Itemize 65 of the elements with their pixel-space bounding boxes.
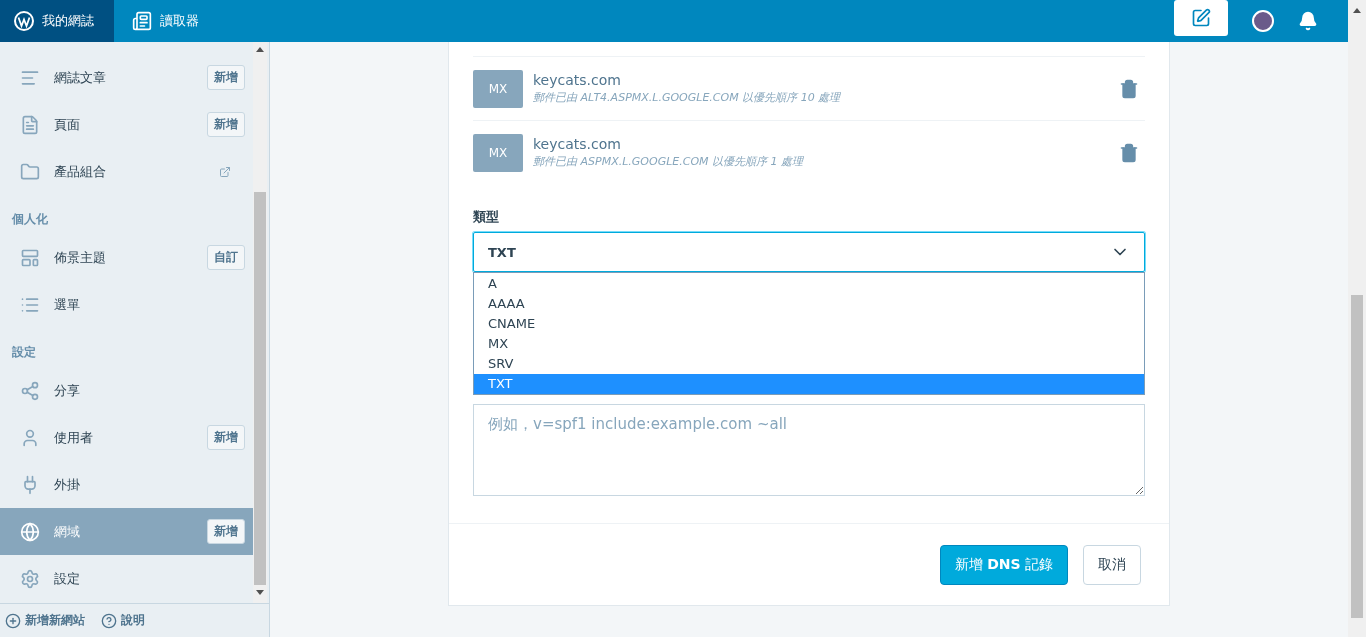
sidebar-item[interactable]: 網域 新增: [0, 508, 253, 555]
sidebar-scrollbar[interactable]: [253, 42, 267, 603]
logo-icon: [14, 11, 34, 31]
sidebar-item[interactable]: 分享: [0, 367, 253, 414]
record-type-tag: MX: [473, 133, 523, 172]
sidebar-item[interactable]: 網誌文章 新增: [0, 54, 253, 101]
text-area[interactable]: 例如，v=spf1 include:example.com ~all: [473, 404, 1145, 496]
page-scrollbar[interactable]: [1348, 0, 1366, 637]
layout-icon: [20, 247, 40, 268]
my-site-tab[interactable]: 我的網誌: [0, 0, 114, 42]
plus-circle-icon: [5, 612, 21, 629]
scroll-up-arrow-icon[interactable]: [256, 46, 264, 52]
sidebar-item[interactable]: 產品組合: [0, 148, 253, 195]
sidebar-item-label: 分享: [54, 381, 81, 400]
sidebar-action-button[interactable]: 自訂: [207, 245, 245, 270]
user-icon: [20, 427, 40, 448]
record-detail: 郵件已由 ASPMX.L.GOOGLE.COM 以優先順序 1 處理: [533, 154, 805, 169]
sidebar-item-label: 網誌文章: [54, 68, 107, 87]
help-link[interactable]: 說明: [101, 612, 145, 629]
sidebar-item-label: 佈景主題: [54, 248, 107, 267]
scrollbar-thumb[interactable]: [1351, 295, 1363, 618]
section-heading: 設定: [11, 344, 37, 361]
scroll-up-arrow-icon[interactable]: [1353, 8, 1361, 13]
sidebar-item[interactable]: 頁面 新增: [0, 101, 253, 148]
record-detail: 郵件已由 ALT4.ASPMX.L.GOOGLE.COM 以優先順序 10 處理: [533, 90, 842, 105]
sidebar-item[interactable]: 佈景主題 自訂: [0, 234, 253, 281]
trash-icon: [1119, 142, 1139, 163]
field-label: 類型: [473, 208, 500, 226]
sidebar-action-button[interactable]: 新增: [207, 65, 245, 90]
trash-icon: [1119, 78, 1139, 99]
share-icon: [20, 380, 40, 401]
add-site-link[interactable]: 新增新網站: [5, 612, 85, 629]
type-select[interactable]: TXT: [473, 232, 1145, 272]
sidebar-item[interactable]: 選單: [0, 281, 253, 328]
page-icon: [20, 114, 40, 135]
sidebar-item-label: 使用者: [54, 428, 94, 447]
sidebar-action-button[interactable]: 新增: [207, 112, 245, 137]
sidebar-item[interactable]: 外掛: [0, 461, 253, 508]
sidebar-item[interactable]: 使用者 新增: [0, 414, 253, 461]
sidebar-item[interactable]: 設定: [0, 555, 253, 602]
help-icon: [101, 612, 117, 629]
section-heading: 個人化: [11, 211, 49, 228]
sidebar-item-label: 設定: [54, 569, 81, 588]
record-name: keycats.com: [533, 72, 622, 88]
folder-icon: [20, 161, 40, 182]
settings-icon: [20, 568, 40, 589]
sidebar-item-label: 頁面: [54, 115, 81, 134]
write-button[interactable]: [1174, 0, 1228, 36]
notification-bell-icon[interactable]: [1298, 11, 1318, 31]
sidebar-action-button[interactable]: 新增: [207, 425, 245, 450]
sidebar-item-label: 網域: [54, 522, 81, 541]
record-type-tag: MX: [473, 69, 523, 108]
sidebar-item-label: 選單: [54, 295, 81, 314]
record-name: keycats.com: [533, 136, 622, 152]
globe-icon: [20, 521, 40, 542]
scroll-down-arrow-icon[interactable]: [256, 589, 264, 595]
avatar[interactable]: [1252, 10, 1274, 32]
newspaper-icon: [132, 11, 152, 31]
scrollbar-thumb[interactable]: [254, 192, 266, 585]
sidebar-item-label: 外掛: [54, 475, 81, 494]
pencil-icon: [1191, 8, 1211, 28]
sidebar-item-label: 產品組合: [54, 162, 107, 181]
sidebar-action-button[interactable]: 新增: [207, 519, 245, 544]
reader-tab[interactable]: 讀取器: [114, 0, 199, 42]
cancel-button[interactable]: 取消: [1083, 544, 1141, 585]
